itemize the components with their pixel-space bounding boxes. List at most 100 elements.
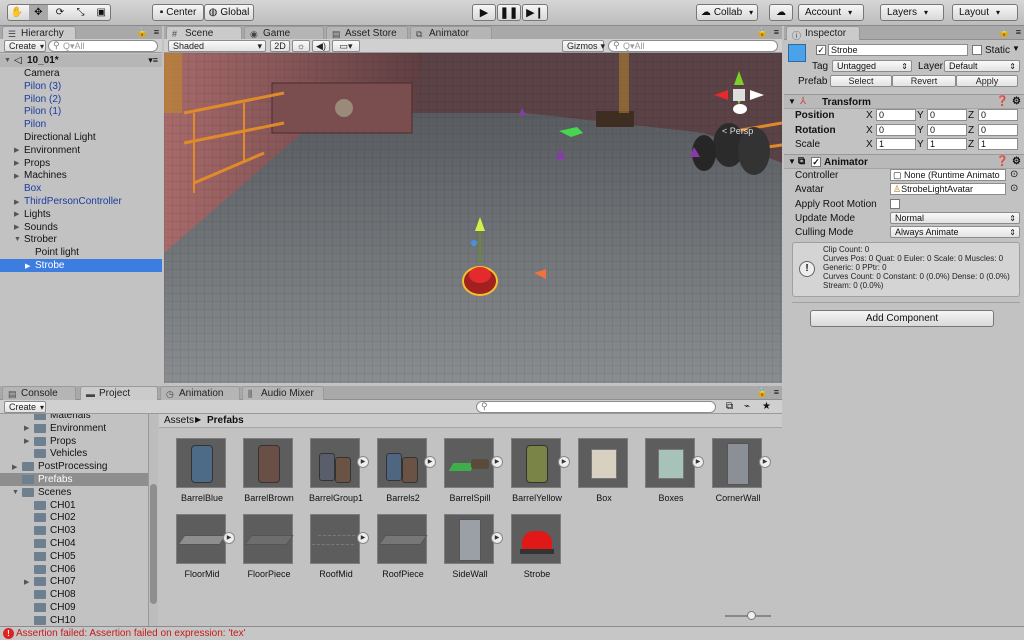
asset-item[interactable]: Strobe [506,514,568,586]
expand-prefab-icon[interactable]: ▶ [357,532,369,544]
project-search-input[interactable] [476,401,716,413]
cloud-services-button[interactable]: ☁ [769,4,793,21]
z-axis-label[interactable]: Z [968,139,974,150]
hierarchy-item[interactable]: Point light [0,246,162,259]
hierarchy-item[interactable]: Directional Light [0,131,162,144]
hierarchy-item[interactable]: ▶ Sounds [0,221,162,234]
expand-right-icon[interactable]: ▶ [14,159,19,167]
expand-right-icon[interactable]: ▶ [14,146,19,154]
hierarchy-item[interactable]: ▶ Strobe [0,259,162,272]
expand-right-icon[interactable]: ▶ [24,578,29,586]
tab-console[interactable]: ▤ Console [2,386,76,400]
tab-project[interactable]: ▬ Project [80,386,158,400]
asset-item[interactable]: ▶ BarrelGroup1 [305,438,369,510]
breadcrumb-current[interactable]: Prefabs [207,415,244,426]
lock-icon[interactable]: 🔒 [757,27,768,38]
folder-tree-item[interactable]: CH10 [0,614,148,626]
expand-prefab-icon[interactable]: ▶ [759,456,771,468]
scale-x-field[interactable]: 1 [876,138,916,150]
help-icon[interactable]: ❓ [996,156,1008,167]
hierarchy-item[interactable]: Box [0,182,162,195]
tab-animation[interactable]: ◷ Animation [160,386,240,400]
hierarchy-item[interactable]: ▶ Environment [0,144,162,157]
panel-menu-icon[interactable]: ≡ [1016,27,1021,37]
folder-tree-item[interactable]: ▶ Environment [0,422,148,435]
update-mode-dropdown[interactable]: Normal [890,212,1020,224]
static-checkbox[interactable] [972,45,982,55]
asset-item[interactable]: ▶ Boxes [640,438,704,510]
asset-item[interactable]: ▶ BarrelSpill [439,438,503,510]
lighting-toggle[interactable]: ☼ [292,40,310,52]
gizmos-dropdown[interactable]: Gizmos ▾ [562,40,605,52]
step-button[interactable]: ▶❙ [522,4,548,21]
folder-tree-item[interactable]: CH01 [0,499,148,512]
scale-z-field[interactable]: 1 [978,138,1018,150]
hierarchy-item[interactable]: Pilon (1) [0,105,162,118]
gear-icon[interactable]: ⚙ [1012,156,1021,167]
tag-dropdown[interactable]: Untagged [832,60,912,72]
layer-dropdown[interactable]: Default [944,60,1020,72]
expand-prefab-icon[interactable]: ▶ [357,456,369,468]
tab-animator[interactable]: ⧉ Animator [410,26,492,40]
animator-enabled-checkbox[interactable]: ✓ [811,157,821,167]
object-name-field[interactable]: Strobe [828,44,968,56]
x-axis-label[interactable]: X [866,139,873,150]
tree-scrollbar[interactable] [148,414,158,626]
hierarchy-item[interactable]: Pilon [0,118,162,131]
hierarchy-item[interactable]: Pilon (2) [0,93,162,106]
hierarchy-item[interactable]: ▶ ThirdPersonController [0,195,162,208]
asset-item[interactable]: ▶ Barrels2 [372,438,436,510]
transform-header[interactable]: ▼ ⅄ Transform ❓ ⚙ [784,94,1024,109]
asset-item[interactable]: ▶ RoofMid [305,514,369,586]
y-axis-label[interactable]: Y [917,139,924,150]
zoom-slider[interactable] [725,611,771,620]
tree-scrollbar-thumb[interactable] [150,484,157,604]
asset-item[interactable]: FloorPiece [238,514,300,586]
expand-right-icon[interactable]: ▶ [24,424,29,432]
chevron-down-icon[interactable]: ▼ [1012,44,1020,53]
hierarchy-item[interactable]: ▶ Props [0,157,162,170]
expand-prefab-icon[interactable]: ▶ [491,532,503,544]
breadcrumb-root[interactable]: Assets [164,415,194,426]
help-icon[interactable]: ❓ [996,96,1008,107]
folder-tree-item[interactable]: ▶ PostProcessing [0,460,148,473]
folder-tree-item[interactable]: Materials [0,414,148,422]
asset-item[interactable]: ▶ CornerWall [707,438,771,510]
y-axis-label[interactable]: Y [917,125,924,136]
expand-right-icon[interactable]: ▶ [14,223,19,231]
expand-right-icon[interactable]: ▶ [14,172,19,180]
culling-mode-dropdown[interactable]: Always Animate [890,226,1020,238]
filter-label-icon[interactable]: ⌁ [744,401,750,412]
prefab-apply-button[interactable]: Apply [956,75,1018,87]
folder-tree-item[interactable]: ▼ Scenes [0,486,148,499]
position-y-field[interactable]: 0 [927,109,967,121]
hierarchy-search-input[interactable]: Q▾All [48,40,158,52]
lock-icon[interactable]: 🔒 [999,27,1010,38]
layers-dropdown[interactable]: Layers [880,4,944,21]
asset-item[interactable]: BarrelBlue [171,438,233,510]
expand-right-icon[interactable]: ▶ [12,463,17,471]
hierarchy-item[interactable]: ▶ Lights [0,208,162,221]
tab-game[interactable]: ◉ Game [244,26,324,40]
x-axis-label[interactable]: X [866,110,873,121]
collab-dropdown[interactable]: ☁ Collab [696,4,758,21]
layout-dropdown[interactable]: Layout [952,4,1018,21]
rotate-tool-icon[interactable]: ⟳ [51,7,69,18]
panel-menu-icon[interactable]: ≡ [774,387,779,397]
panel-menu-icon[interactable]: ≡ [774,27,779,37]
avatar-field[interactable]: ♙ StrobeLightAvatar [890,183,1006,195]
expand-right-icon[interactable]: ▶ [24,437,29,445]
folder-tree-item[interactable]: CH09 [0,601,148,614]
pause-button[interactable]: ❚❚ [497,4,521,21]
tab-asset-store[interactable]: ▤ Asset Store [326,26,408,40]
shading-mode-dropdown[interactable]: Shaded ▾ [168,40,266,52]
lock-icon[interactable]: 🔒 [757,387,768,398]
root-motion-checkbox[interactable] [890,199,900,209]
prefab-revert-button[interactable]: Revert [892,75,956,87]
expand-down-icon[interactable]: ▼ [788,157,796,166]
audio-toggle[interactable]: ◀) [312,40,330,52]
expand-prefab-icon[interactable]: ▶ [223,532,235,544]
expand-prefab-icon[interactable]: ▶ [692,456,704,468]
active-checkbox[interactable]: ✓ [816,45,826,55]
scene-root-row[interactable]: ▼ ◁ 10_01* ▾≡ [0,54,162,67]
